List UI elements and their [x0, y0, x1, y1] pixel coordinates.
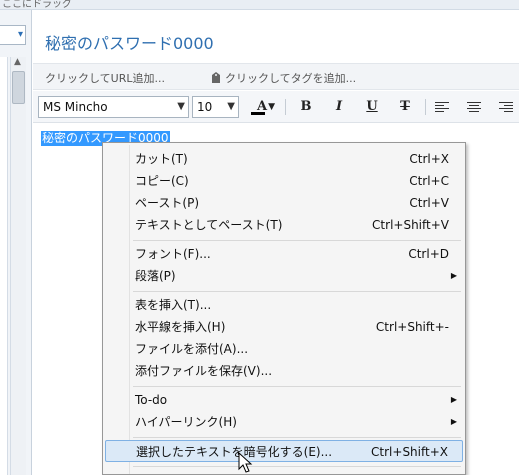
menu-item-label: 段落(P): [135, 269, 176, 283]
text-color-swatch: [251, 112, 265, 115]
menu-item-label: テキストとしてペースト(T): [135, 218, 283, 232]
menu-item-label: 選択したテキストを暗号化する(E)...: [136, 445, 333, 459]
drop-hint-text: ここにドラッグ: [2, 0, 72, 10]
menu-separator: [133, 291, 461, 292]
menu-item-encrypt-selected-text[interactable]: 選択したテキストを暗号化する(E)... Ctrl+Shift+X: [105, 440, 463, 462]
chevron-down-icon: ▼: [268, 102, 275, 112]
menu-item-label: ファイルを添付(A)...: [135, 342, 249, 356]
submenu-arrow-icon: ▶: [450, 271, 457, 280]
chevron-down-icon: ▼: [227, 101, 235, 112]
align-center-icon: [467, 102, 481, 113]
toolbar-divider: [285, 99, 286, 115]
align-left-icon: [435, 102, 449, 113]
font-family-select[interactable]: MS Mincho ▼: [38, 96, 189, 118]
menu-item-shortcut: Ctrl+X: [409, 152, 449, 166]
add-tag-label: クリックしてタグを追加...: [225, 72, 357, 85]
align-left-button[interactable]: [431, 97, 453, 117]
menu-item-attach-file[interactable]: ファイルを添付(A)...: [105, 338, 463, 360]
mouse-pointer-icon: [238, 452, 253, 473]
menu-item-paragraph[interactable]: 段落(P) ▶: [105, 265, 463, 287]
menu-item-label: フォント(F)...: [135, 247, 211, 261]
menu-item-label: カット(T): [135, 152, 188, 166]
menu-item-shortcut: Ctrl+V: [409, 196, 449, 210]
font-size-value: 10: [197, 100, 213, 114]
menu-item-insert-table[interactable]: 表を挿入(T)...: [105, 294, 463, 316]
menu-item-shortcut: Ctrl+D: [408, 247, 449, 261]
note-list[interactable]: [0, 57, 8, 475]
menu-item-label: コピー(C): [135, 174, 189, 188]
tag-icon: [212, 72, 220, 83]
submenu-arrow-icon: ▶: [450, 417, 457, 426]
menu-item-copy[interactable]: コピー(C) Ctrl+C: [105, 170, 463, 192]
menu-item-shortcut: Ctrl+Shift+V: [372, 218, 449, 232]
format-toolbar: MS Mincho ▼ 10 ▼ A ▼ B I U T: [33, 91, 519, 123]
menu-item-label: 水平線を挿入(H): [135, 320, 226, 334]
text-color-button[interactable]: A ▼: [247, 97, 277, 117]
menu-separator: [133, 437, 461, 438]
menu-item-paste[interactable]: ペースト(P) Ctrl+V: [105, 192, 463, 214]
menu-item-font[interactable]: フォント(F)... Ctrl+D: [105, 243, 463, 265]
strikethrough-button[interactable]: T: [394, 97, 416, 117]
underline-button[interactable]: U: [361, 97, 383, 117]
bold-button[interactable]: B: [295, 97, 317, 117]
menu-item-label: To-do: [135, 393, 168, 407]
align-right-icon: [499, 102, 513, 113]
chevron-down-icon: ▼: [177, 101, 185, 112]
note-list-scrollbar[interactable]: ▲: [10, 57, 26, 475]
note-list-search-box[interactable]: ▾: [0, 25, 26, 45]
submenu-arrow-icon: ▶: [450, 395, 457, 404]
chevron-down-icon[interactable]: ▾: [18, 29, 23, 40]
menu-item-hyperlink[interactable]: ハイパーリンク(H) ▶: [105, 411, 463, 433]
menu-item-paste-as-text[interactable]: テキストとしてペースト(T) Ctrl+Shift+V: [105, 214, 463, 236]
font-size-select[interactable]: 10 ▼: [192, 96, 239, 118]
menu-item-todo[interactable]: To-do ▶: [105, 389, 463, 411]
menu-separator: [133, 466, 461, 467]
drop-hint-bar: ここにドラッグ: [0, 0, 519, 10]
menu-item-label: 添付ファイルを保存(V)...: [135, 364, 273, 378]
font-family-value: MS Mincho: [43, 100, 108, 114]
menu-item-label: 表を挿入(T)...: [135, 298, 212, 312]
note-list-panel: ▾ ▲: [0, 10, 32, 475]
menu-item-cut[interactable]: カット(T) Ctrl+X: [105, 148, 463, 170]
menu-item-shortcut: Ctrl+Shift+-: [375, 320, 449, 334]
toolbar-divider: [425, 99, 426, 115]
menu-separator: [133, 386, 461, 387]
note-title[interactable]: 秘密のパスワード0000: [45, 30, 214, 54]
menu-item-label: ハイパーリンク(H): [135, 415, 237, 429]
italic-button[interactable]: I: [328, 97, 350, 117]
scroll-up-arrow-icon[interactable]: ▲: [14, 57, 21, 67]
menu-item-label: ペースト(P): [135, 196, 199, 210]
align-right-button[interactable]: [495, 97, 517, 117]
context-menu: カット(T) Ctrl+X コピー(C) Ctrl+C ペースト(P) Ctrl…: [102, 142, 466, 475]
align-center-button[interactable]: [463, 97, 485, 117]
menu-separator: [133, 240, 461, 241]
evernote-window: ここにドラッグ ▾ ▲ 秘密のパスワード0000 クリックしてURL追加... …: [0, 0, 519, 475]
note-meta-row: クリックしてURL追加... クリックしてタグを追加...: [33, 63, 519, 90]
menu-item-save-attachment[interactable]: 添付ファイルを保存(V)...: [105, 360, 463, 382]
add-tag-field[interactable]: クリックしてタグを追加...: [211, 70, 356, 86]
menu-item-shortcut: Ctrl+C: [409, 174, 449, 188]
menu-item-shortcut: Ctrl+Shift+X: [371, 445, 448, 459]
scrollbar-thumb[interactable]: [12, 71, 25, 104]
add-url-field[interactable]: クリックしてURL追加...: [45, 70, 165, 86]
menu-item-insert-horizontal-rule[interactable]: 水平線を挿入(H) Ctrl+Shift+-: [105, 316, 463, 338]
